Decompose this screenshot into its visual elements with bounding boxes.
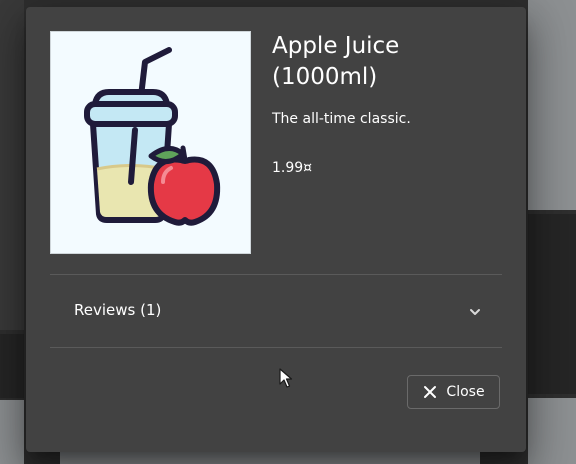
backdrop-card (0, 334, 24, 398)
divider (50, 347, 502, 348)
product-price: 1.99¤ (272, 160, 313, 176)
backdrop-card (528, 214, 576, 394)
close-icon (424, 386, 437, 398)
backdrop-card (0, 0, 24, 330)
mouse-pointer-icon (279, 368, 293, 388)
apple-juice-cup-icon (84, 47, 221, 226)
backdrop-card (60, 452, 480, 464)
close-button[interactable]: Close (407, 375, 500, 409)
backdrop-card (528, 398, 576, 464)
product-image (50, 31, 251, 254)
backdrop-card (528, 0, 576, 210)
backdrop-card (0, 400, 24, 464)
product-details-dialog: Apple Juice (1000ml) The all-time classi… (26, 7, 526, 452)
close-button-label: Close (446, 384, 485, 400)
product-description: The all-time classic. (272, 111, 411, 127)
reviews-expansion-panel[interactable]: Reviews (1) (50, 275, 502, 347)
reviews-label: Reviews (1) (74, 301, 162, 319)
chevron-down-icon (470, 309, 480, 315)
product-title: Apple Juice (1000ml) (272, 33, 400, 90)
